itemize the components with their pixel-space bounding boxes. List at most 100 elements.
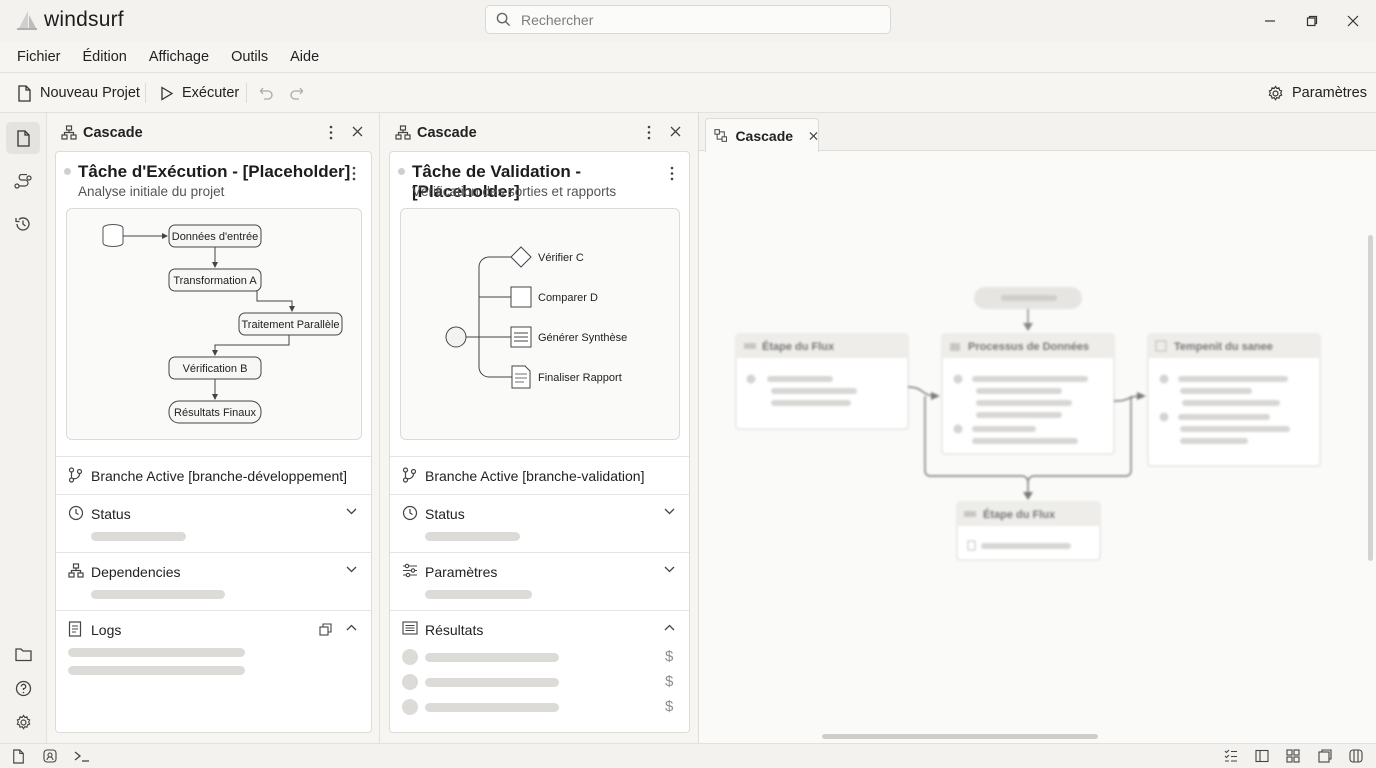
- history-button[interactable]: [6, 208, 40, 240]
- flow-canvas[interactable]: Étape du Flux Processus de Données Tempe…: [699, 151, 1376, 743]
- section-label: Paramètres: [425, 564, 498, 580]
- source-control-icon[interactable]: [43, 749, 57, 763]
- dependencies-section[interactable]: Dependencies: [56, 552, 371, 610]
- checklist-icon[interactable]: [1224, 749, 1238, 763]
- gear-icon: [16, 713, 30, 730]
- canvas-card-title: Étape du Flux: [762, 340, 835, 353]
- flow-node[interactable]: Transformation A: [168, 268, 262, 292]
- skeleton-bar: [68, 648, 245, 657]
- tree-node-label: Vérifier C: [538, 252, 584, 264]
- minimize-icon: [1265, 20, 1275, 22]
- canvas-card[interactable]: Étape du Flux: [956, 501, 1101, 561]
- chevron-down-icon[interactable]: [346, 508, 357, 515]
- more-vertical-icon[interactable]: [646, 125, 652, 140]
- help-button[interactable]: [6, 672, 40, 704]
- popout-icon[interactable]: [319, 623, 332, 636]
- results-section[interactable]: Résultats $ $ $: [390, 610, 689, 732]
- chevron-up-icon[interactable]: [664, 624, 675, 631]
- clock-icon: [402, 505, 418, 521]
- chevron-down-icon[interactable]: [346, 566, 357, 573]
- task-title: Tâche d'Exécution - [Placeholder]: [78, 162, 351, 181]
- process-node[interactable]: Comparer D: [510, 286, 598, 308]
- flow-icon: [714, 129, 728, 142]
- flow-node[interactable]: Résultats Finaux: [168, 400, 262, 424]
- task-subtitle: Vérification des sorties et rapports: [412, 184, 617, 199]
- branch-row[interactable]: Branche Active [branche-développement]: [56, 456, 371, 494]
- branch-icon: [68, 467, 83, 483]
- undo-button[interactable]: [259, 73, 274, 113]
- canvas-card[interactable]: Tempenit du sanee: [1147, 333, 1321, 467]
- canvas-card[interactable]: Étape du Flux: [735, 333, 909, 430]
- flow-node-label: Résultats Finaux: [174, 407, 256, 419]
- flow-node-label: Données d'entrée: [172, 231, 259, 243]
- chevron-up-icon[interactable]: [346, 624, 357, 631]
- hierarchy-icon: [61, 125, 77, 140]
- branch-row[interactable]: Branche Active [branche-validation]: [390, 456, 689, 494]
- database-icon: [102, 224, 124, 247]
- minimize-button[interactable]: [1260, 11, 1280, 31]
- skeleton-bar: [425, 532, 520, 541]
- run-button[interactable]: Exécuter: [160, 73, 239, 113]
- logs-section[interactable]: Logs: [56, 610, 371, 732]
- horizontal-scrollbar[interactable]: [822, 734, 1098, 739]
- report-node[interactable]: Finaliser Rapport: [511, 365, 622, 389]
- chevron-down-icon[interactable]: [664, 566, 675, 573]
- summary-node[interactable]: Générer Synthèse: [510, 326, 627, 348]
- gear-icon: [1268, 84, 1283, 101]
- tree-diagram: Vérifier C Comparer D Générer Synthèse F…: [400, 208, 680, 440]
- task-card: Tâche de Validation - [Placeholder] Véri…: [389, 151, 690, 733]
- menu-edition[interactable]: Édition: [72, 49, 138, 65]
- parameters-section[interactable]: Paramètres: [390, 552, 689, 610]
- flow-node[interactable]: Vérification B: [168, 356, 262, 380]
- new-project-button[interactable]: Nouveau Projet: [17, 73, 140, 113]
- explorer-button[interactable]: [6, 122, 40, 154]
- flow-node[interactable]: Données d'entrée: [168, 224, 262, 248]
- status-bar: [0, 743, 1376, 768]
- status-section[interactable]: Status: [390, 494, 689, 552]
- document-icon: [68, 621, 82, 637]
- redo-button[interactable]: [289, 73, 304, 113]
- panels-icon[interactable]: [1349, 749, 1363, 763]
- tab-cascade[interactable]: Cascade: [705, 118, 819, 152]
- new-project-label: Nouveau Projet: [40, 85, 140, 101]
- file-icon: [18, 84, 31, 102]
- canvas-card[interactable]: Processus de Données: [941, 333, 1115, 455]
- file-icon[interactable]: [12, 749, 25, 764]
- redo-icon: [290, 87, 304, 100]
- vertical-scrollbar[interactable]: [1368, 235, 1373, 561]
- flow-node[interactable]: Traitement Parallèle: [238, 312, 343, 336]
- flow-button[interactable]: [6, 166, 40, 198]
- close-tab-icon[interactable]: [809, 131, 818, 141]
- menu-outils[interactable]: Outils: [220, 49, 279, 65]
- terminal-icon[interactable]: [74, 749, 90, 763]
- chevron-down-icon[interactable]: [664, 508, 675, 515]
- status-section[interactable]: Status: [56, 494, 371, 552]
- sidebar-settings-button[interactable]: [6, 706, 40, 738]
- close-icon: [1347, 15, 1359, 27]
- close-panel-icon[interactable]: [352, 126, 363, 137]
- window-icon[interactable]: [1318, 749, 1332, 763]
- tree-node-label: Finaliser Rapport: [538, 372, 622, 384]
- layout-sidebar-icon[interactable]: [1255, 749, 1269, 763]
- decision-node[interactable]: Vérifier C: [510, 246, 584, 268]
- settings-button[interactable]: Paramètres: [1267, 73, 1367, 113]
- cascade-panel-2: Cascade Tâche de Validation - [Placehold…: [381, 113, 698, 743]
- search-box[interactable]: [485, 5, 891, 34]
- menu-aide[interactable]: Aide: [279, 49, 330, 65]
- run-label: Exécuter: [182, 85, 240, 101]
- folder-button[interactable]: [6, 638, 40, 670]
- status-dot: [64, 168, 71, 175]
- more-vertical-icon[interactable]: [669, 166, 675, 181]
- close-window-button[interactable]: [1343, 11, 1363, 31]
- more-vertical-icon[interactable]: [328, 125, 334, 140]
- skeleton-bar: [68, 666, 245, 675]
- menu-affichage[interactable]: Affichage: [138, 49, 220, 65]
- restore-button[interactable]: [1302, 11, 1322, 31]
- close-panel-icon[interactable]: [670, 126, 681, 137]
- grid-icon[interactable]: [1286, 749, 1300, 763]
- toolbar: Nouveau Projet Exécuter Paramètres: [0, 73, 1376, 113]
- menu-fichier[interactable]: Fichier: [6, 49, 72, 65]
- result-avatar: [402, 649, 418, 665]
- search-input[interactable]: [521, 11, 861, 28]
- more-vertical-icon[interactable]: [351, 166, 357, 181]
